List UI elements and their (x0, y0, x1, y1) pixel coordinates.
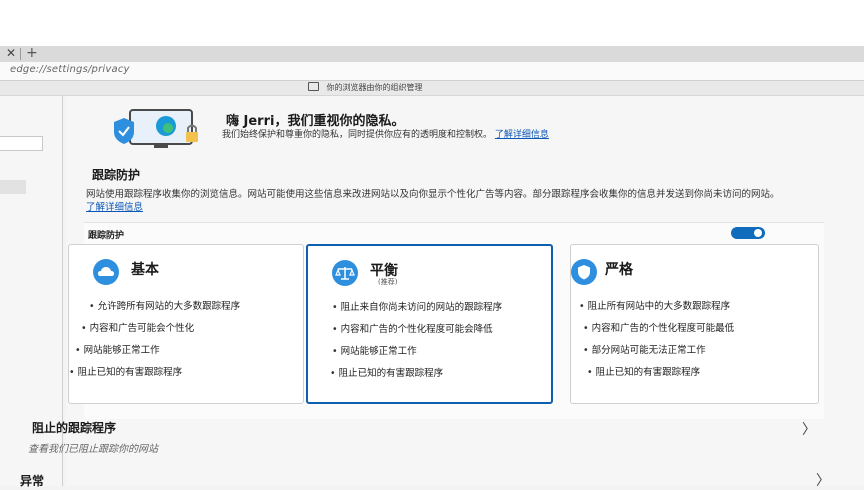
privacy-description-text: 我们始终保护和尊重你的隐私，同时提供你应有的透明度和控制权。 (222, 130, 493, 140)
balanced-feature-2: 内容和广告的个性化程度可能会降低 (332, 321, 493, 335)
managed-notice-text[interactable]: 你的浏览器由你的组织管理 (327, 83, 423, 92)
strict-feature-3: 部分网站可能无法正常工作 (583, 342, 706, 356)
balanced-option-card[interactable]: 平衡 (推荐) 阻止来自你尚未访问的网站的跟踪程序 内容和广告的个性化程度可能会… (306, 244, 553, 404)
basic-feature-2: 内容和广告可能会个性化 (81, 320, 195, 334)
blocked-trackers-description: 查看我们已阻止跟踪你的网站 (28, 444, 158, 455)
balanced-feature-3: 网站能够正常工作 (332, 343, 417, 357)
chevron-right-icon[interactable]: 〉 (816, 470, 830, 490)
privacy-greeting-description: 我们始终保护和尊重你的隐私，同时提供你应有的透明度和控制权。 了解详细信息 (222, 127, 549, 140)
tracking-prevention-description: 网站使用跟踪程序收集你的浏览信息。网站可能使用这些信息来改进网站以及向你显示个性… (86, 188, 786, 214)
shield-icon (571, 259, 597, 285)
managed-banner: 你的浏览器由你的组织管理 (0, 81, 864, 96)
basic-title: 基本 (131, 262, 159, 278)
close-tab-icon[interactable]: ✕ (6, 46, 16, 60)
blocked-trackers-heading[interactable]: 阻止的跟踪程序 (32, 419, 116, 436)
tracking-prevention-toggle[interactable] (731, 227, 765, 239)
address-bar[interactable]: edge://settings/privacy (0, 62, 864, 81)
privacy-illustration-icon (114, 109, 198, 148)
basic-option-card[interactable]: 基本 允许跨所有网站的大多数跟踪程序 内容和广告可能会个性化 网站能够正常工作 … (68, 244, 304, 404)
exceptions-heading[interactable]: 异常 (20, 472, 44, 489)
sidebar-selected-item[interactable] (0, 180, 26, 194)
url-text[interactable]: edge://settings/privacy (10, 64, 130, 75)
strict-feature-1: 阻止所有网站中的大多数跟踪程序 (579, 298, 731, 312)
strict-feature-4: 阻止已知的有害跟踪程序 (587, 364, 701, 378)
scale-icon (332, 260, 358, 286)
basic-feature-4: 阻止已知的有害跟踪程序 (69, 364, 183, 378)
strict-option-card[interactable]: 严格 阻止所有网站中的大多数跟踪程序 内容和广告的个性化程度可能最低 部分网站可… (570, 244, 819, 404)
new-tab-button[interactable]: + (26, 45, 38, 61)
strict-title: 严格 (605, 262, 633, 278)
strict-feature-2: 内容和广告的个性化程度可能最低 (583, 320, 735, 334)
tracking-learn-more-link[interactable]: 了解详细信息 (86, 202, 143, 213)
tab-bar: ✕ + (0, 45, 864, 63)
basic-feature-1: 允许跨所有网站的大多数跟踪程序 (89, 298, 241, 312)
balanced-feature-4: 阻止已知的有害跟踪程序 (330, 365, 444, 379)
tracking-prevention-heading: 跟踪防护 (92, 168, 141, 182)
settings-search-input[interactable] (0, 136, 43, 151)
basic-feature-3: 网站能够正常工作 (75, 342, 160, 356)
tab-divider (20, 48, 21, 60)
balanced-feature-1: 阻止来自你尚未访问的网站的跟踪程序 (332, 299, 503, 313)
toggle-knob (754, 229, 762, 237)
briefcase-icon (308, 82, 319, 91)
recommended-label: (推荐) (378, 278, 398, 286)
tracking-description-text: 网站使用跟踪程序收集你的浏览信息。网站可能使用这些信息来改进网站以及向你显示个性… (86, 189, 780, 200)
tracking-prevention-label: 跟踪防护 (88, 231, 125, 241)
chevron-right-icon[interactable]: 〉 (802, 419, 816, 439)
cloud-icon (93, 259, 119, 285)
learn-more-link[interactable]: 了解详细信息 (495, 130, 549, 140)
window-top-area (0, 0, 864, 46)
